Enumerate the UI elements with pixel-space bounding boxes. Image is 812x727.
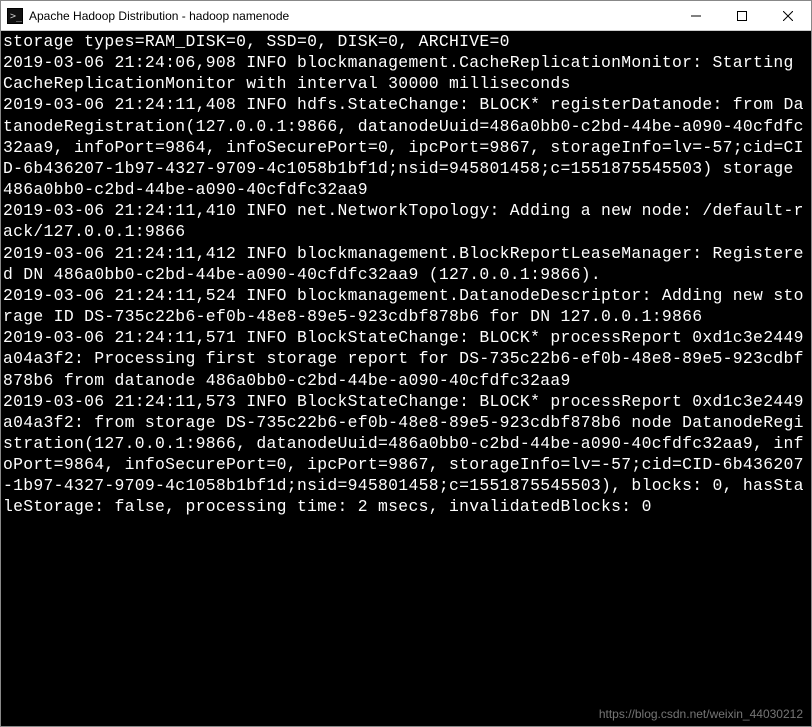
terminal-icon: >_ xyxy=(7,8,23,24)
svg-text:>_: >_ xyxy=(10,11,23,22)
window-controls xyxy=(673,1,811,30)
minimize-button[interactable] xyxy=(673,1,719,31)
console-text: storage types=RAM_DISK=0, SSD=0, DISK=0,… xyxy=(3,32,804,516)
window-titlebar[interactable]: >_ Apache Hadoop Distribution - hadoop n… xyxy=(1,1,811,31)
window-title: Apache Hadoop Distribution - hadoop name… xyxy=(29,9,673,23)
console-output[interactable]: storage types=RAM_DISK=0, SSD=0, DISK=0,… xyxy=(1,31,811,726)
close-button[interactable] xyxy=(765,1,811,31)
maximize-button[interactable] xyxy=(719,1,765,31)
watermark-text: https://blog.csdn.net/weixin_44030212 xyxy=(599,707,803,722)
